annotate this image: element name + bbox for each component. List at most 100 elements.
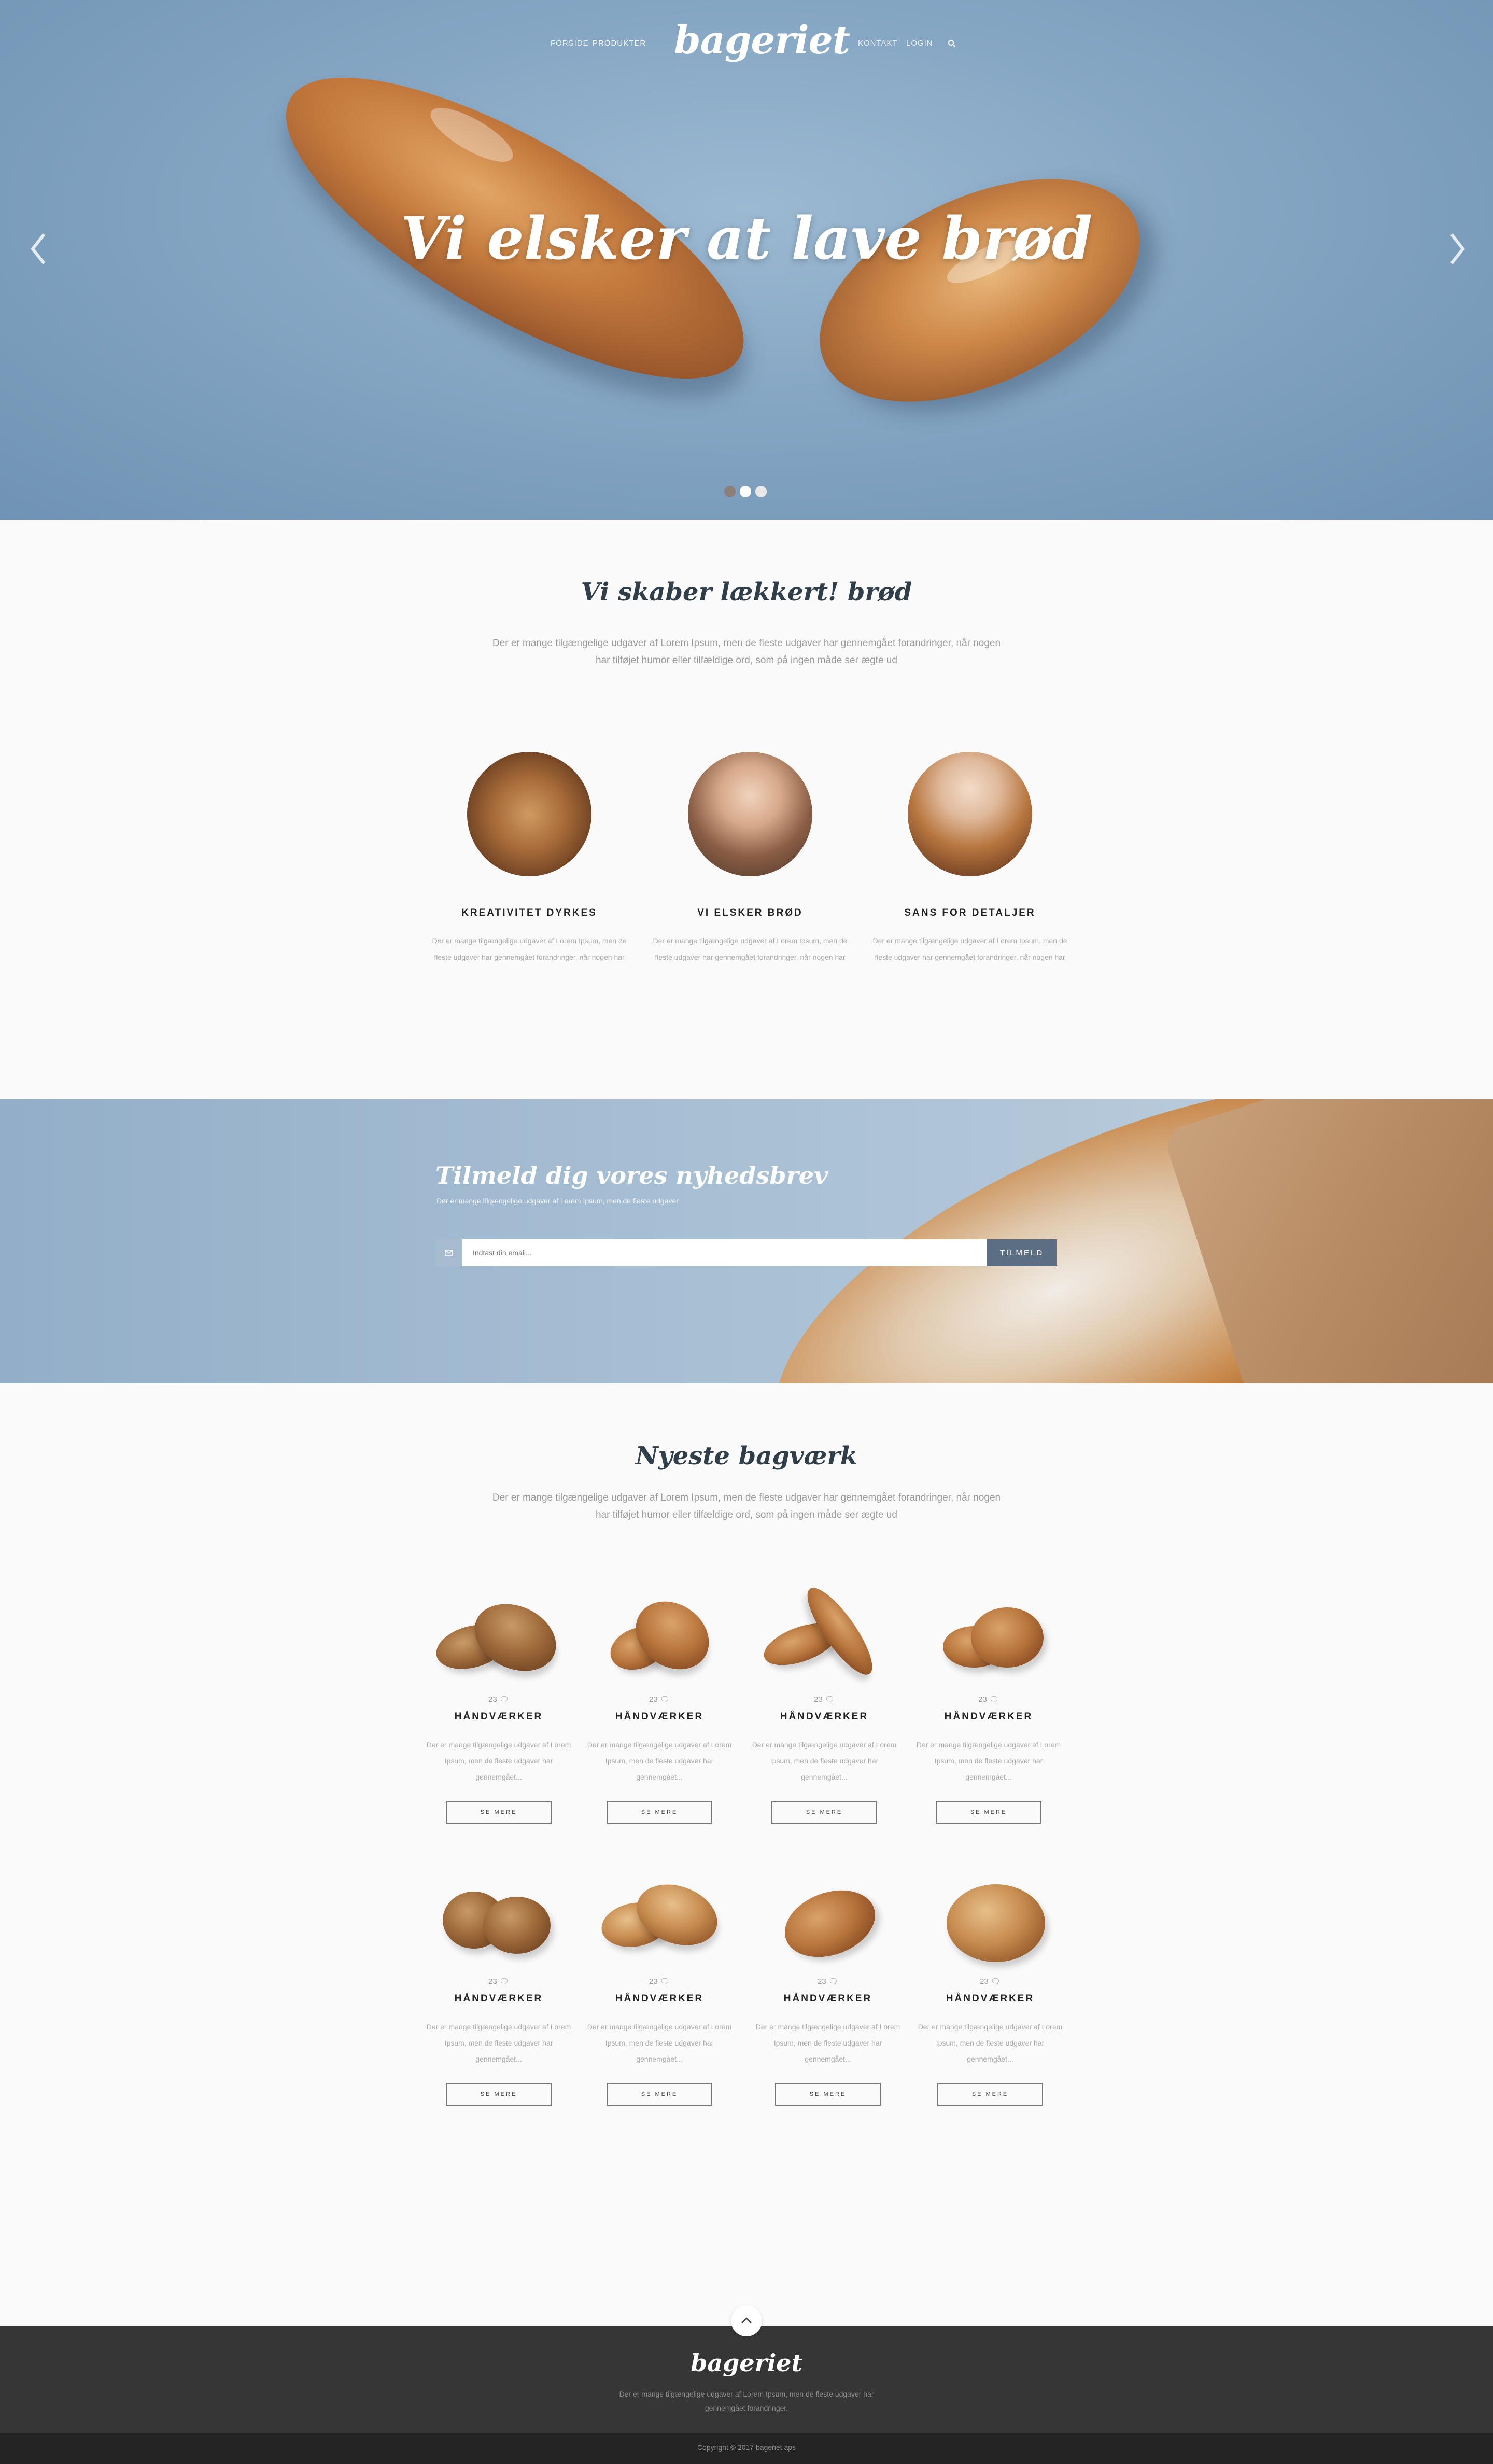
nav-item-kontakt[interactable]: KONTAKT xyxy=(858,39,898,48)
comment-count: 23 xyxy=(980,1977,989,1986)
site-logo[interactable]: bageriet xyxy=(674,18,850,63)
feature-image-bread xyxy=(467,752,591,876)
slider-next-button[interactable] xyxy=(1441,228,1472,270)
read-more-button[interactable]: SE MERE xyxy=(446,1801,552,1824)
footer: bageriet Der er mange tilgængelige udgav… xyxy=(0,2305,1493,2433)
comment-count: 23 xyxy=(488,1695,497,1704)
comment-count: 23 xyxy=(649,1977,658,1986)
product-card: 23 🗨 HÅNDVÆRKER Der er mange tilgængelig… xyxy=(749,1579,899,1824)
product-comments: 23 🗨 xyxy=(753,1977,903,1986)
product-comments: 23 🗨 xyxy=(424,1977,574,1986)
comment-icon: 🗨 xyxy=(499,1977,509,1986)
read-more-button[interactable]: SE MERE xyxy=(607,2083,712,2106)
newsletter-form: TILMELD xyxy=(435,1239,1057,1266)
nav-item-produkter[interactable]: PRODUKTER xyxy=(593,39,646,48)
read-more-button[interactable]: SE MERE xyxy=(607,1801,712,1824)
product-text: Der er mange tilgængelige udgaver af Lor… xyxy=(755,2023,900,2063)
product-title: HÅNDVÆRKER xyxy=(944,1711,1033,1722)
read-more-button[interactable]: SE MERE xyxy=(936,1801,1041,1824)
product-image xyxy=(921,1585,1056,1688)
read-more-button[interactable]: SE MERE xyxy=(937,2083,1043,2106)
newsletter-section: Tilmeld dig vores nyhedsbrev Der er mang… xyxy=(0,1099,1493,1383)
hero-slider: FORSIDE PRODUKTER bageriet KONTAKT LOGIN… xyxy=(0,0,1493,520)
feature-title: SANS FOR DETALJER xyxy=(904,907,1036,918)
product-title: HÅNDVÆRKER xyxy=(780,1711,869,1722)
product-card: 23 🗨 HÅNDVÆRKER Der er mange tilgængelig… xyxy=(915,1867,1065,2106)
read-more-button[interactable]: SE MERE xyxy=(446,2083,552,2106)
feature-text: Der er mange tilgængelige udgaver af Lor… xyxy=(432,936,627,961)
email-field[interactable] xyxy=(462,1239,987,1266)
product-title: HÅNDVÆRKER xyxy=(615,1993,704,2004)
about-title: Vi skaber lækkert! brød xyxy=(581,578,912,607)
product-text: Der er mange tilgængelige udgaver af Lor… xyxy=(426,2023,571,2063)
nav-item-forside[interactable]: FORSIDE xyxy=(551,39,589,48)
feature-image-coffee-woman xyxy=(688,752,812,876)
hero-bread-right-image xyxy=(785,133,1175,447)
feature-image-baker-woman xyxy=(908,752,1032,876)
slider-dot-1[interactable] xyxy=(724,486,736,497)
hero-title: Vi elsker at lave brød xyxy=(400,205,1093,273)
products-lead: Der er mange tilgængelige udgaver af Lor… xyxy=(492,1492,1001,1520)
product-card: 23 🗨 HÅNDVÆRKER Der er mange tilgængelig… xyxy=(584,1867,735,2106)
newsletter-subtitle: Der er mange tilgængelige udgaver af Lor… xyxy=(436,1197,679,1205)
products-title: Nyeste bagværk xyxy=(635,1441,858,1471)
feature-card: SANS FOR DETALJER Der er mange tilgængel… xyxy=(871,752,1068,965)
comment-count: 23 xyxy=(488,1977,497,1986)
feature-text: Der er mange tilgængelige udgaver af Lor… xyxy=(653,936,848,961)
comment-count: 23 xyxy=(649,1695,658,1704)
newsletter-title: Tilmeld dig vores nyhedsbrev xyxy=(435,1161,828,1189)
product-card: 23 🗨 HÅNDVÆRKER Der er mange tilgængelig… xyxy=(424,1585,574,1824)
product-text: Der er mange tilgængelige udgaver af Lor… xyxy=(587,1741,732,1781)
read-more-button[interactable]: SE MERE xyxy=(775,2083,881,2106)
product-image xyxy=(760,1867,895,1970)
product-comments: 23 🗨 xyxy=(424,1695,574,1704)
back-to-top-button[interactable] xyxy=(731,2305,762,2336)
products-section: Nyeste bagværk Der er mange tilgængelige… xyxy=(0,1383,1493,2326)
product-card: 23 🗨 HÅNDVÆRKER Der er mange tilgængelig… xyxy=(584,1585,735,1824)
search-icon[interactable] xyxy=(948,39,956,48)
product-image xyxy=(431,1585,567,1688)
nav-item-login[interactable]: LOGIN xyxy=(906,39,933,48)
footer-logo: bageriet xyxy=(691,2349,802,2377)
subscribe-button[interactable]: TILMELD xyxy=(987,1239,1057,1266)
feature-title: KREATIVITET DYRKES xyxy=(461,907,597,918)
comment-count: 23 xyxy=(978,1695,987,1704)
product-title: HÅNDVÆRKER xyxy=(454,1993,543,2004)
main-nav: FORSIDE PRODUKTER bageriet KONTAKT LOGIN xyxy=(0,0,1493,91)
product-text: Der er mange tilgængelige udgaver af Lor… xyxy=(587,2023,732,2063)
mail-icon xyxy=(435,1239,462,1266)
product-text: Der er mange tilgængelige udgaver af Lor… xyxy=(426,1741,571,1781)
feature-title: VI ELSKER BRØD xyxy=(697,907,803,918)
comment-icon: 🗨 xyxy=(659,1695,670,1704)
product-comments: 23 🗨 xyxy=(584,1695,735,1704)
about-lead: Der er mange tilgængelige udgaver af Lor… xyxy=(492,638,1001,666)
chevron-up-icon xyxy=(741,2317,752,2323)
feature-card: KREATIVITET DYRKES Der er mange tilgænge… xyxy=(431,752,628,965)
slider-dot-2[interactable] xyxy=(740,486,751,497)
chevron-right-icon xyxy=(1450,233,1465,264)
feature-text: Der er mange tilgængelige udgaver af Lor… xyxy=(872,936,1067,961)
product-image xyxy=(592,1867,727,1970)
product-text: Der er mange tilgængelige udgaver af Lor… xyxy=(916,1741,1061,1781)
product-title: HÅNDVÆRKER xyxy=(615,1711,704,1722)
about-section: Vi skaber lækkert! brød Der er mange til… xyxy=(0,520,1493,1099)
product-image xyxy=(431,1867,566,1970)
product-comments: 23 🗨 xyxy=(584,1977,735,1986)
comment-icon: 🗨 xyxy=(824,1695,835,1704)
product-card: 23 🗨 HÅNDVÆRKER Der er mange tilgængelig… xyxy=(913,1585,1064,1824)
comment-icon: 🗨 xyxy=(990,1977,1001,1986)
product-text: Der er mange tilgængelige udgaver af Lor… xyxy=(752,1741,897,1781)
product-card: 23 🗨 HÅNDVÆRKER Der er mange tilgængelig… xyxy=(753,1867,903,2106)
product-title: HÅNDVÆRKER xyxy=(783,1993,872,2004)
comment-count: 23 xyxy=(818,1977,826,1986)
product-comments: 23 🗨 xyxy=(749,1695,899,1704)
comment-count: 23 xyxy=(814,1695,823,1704)
chevron-left-icon xyxy=(31,233,46,264)
slider-prev-button[interactable] xyxy=(23,228,54,270)
footer-text: Der er mange tilgængelige udgaver af Lor… xyxy=(619,2390,874,2412)
slider-dot-3[interactable] xyxy=(755,486,767,497)
product-text: Der er mange tilgængelige udgaver af Lor… xyxy=(918,2023,1063,2063)
read-more-button[interactable]: SE MERE xyxy=(771,1801,877,1824)
product-card: 23 🗨 HÅNDVÆRKER Der er mange tilgængelig… xyxy=(424,1867,574,2106)
copyright-text: Copyright © 2017 bageriet aps xyxy=(697,2443,796,2452)
